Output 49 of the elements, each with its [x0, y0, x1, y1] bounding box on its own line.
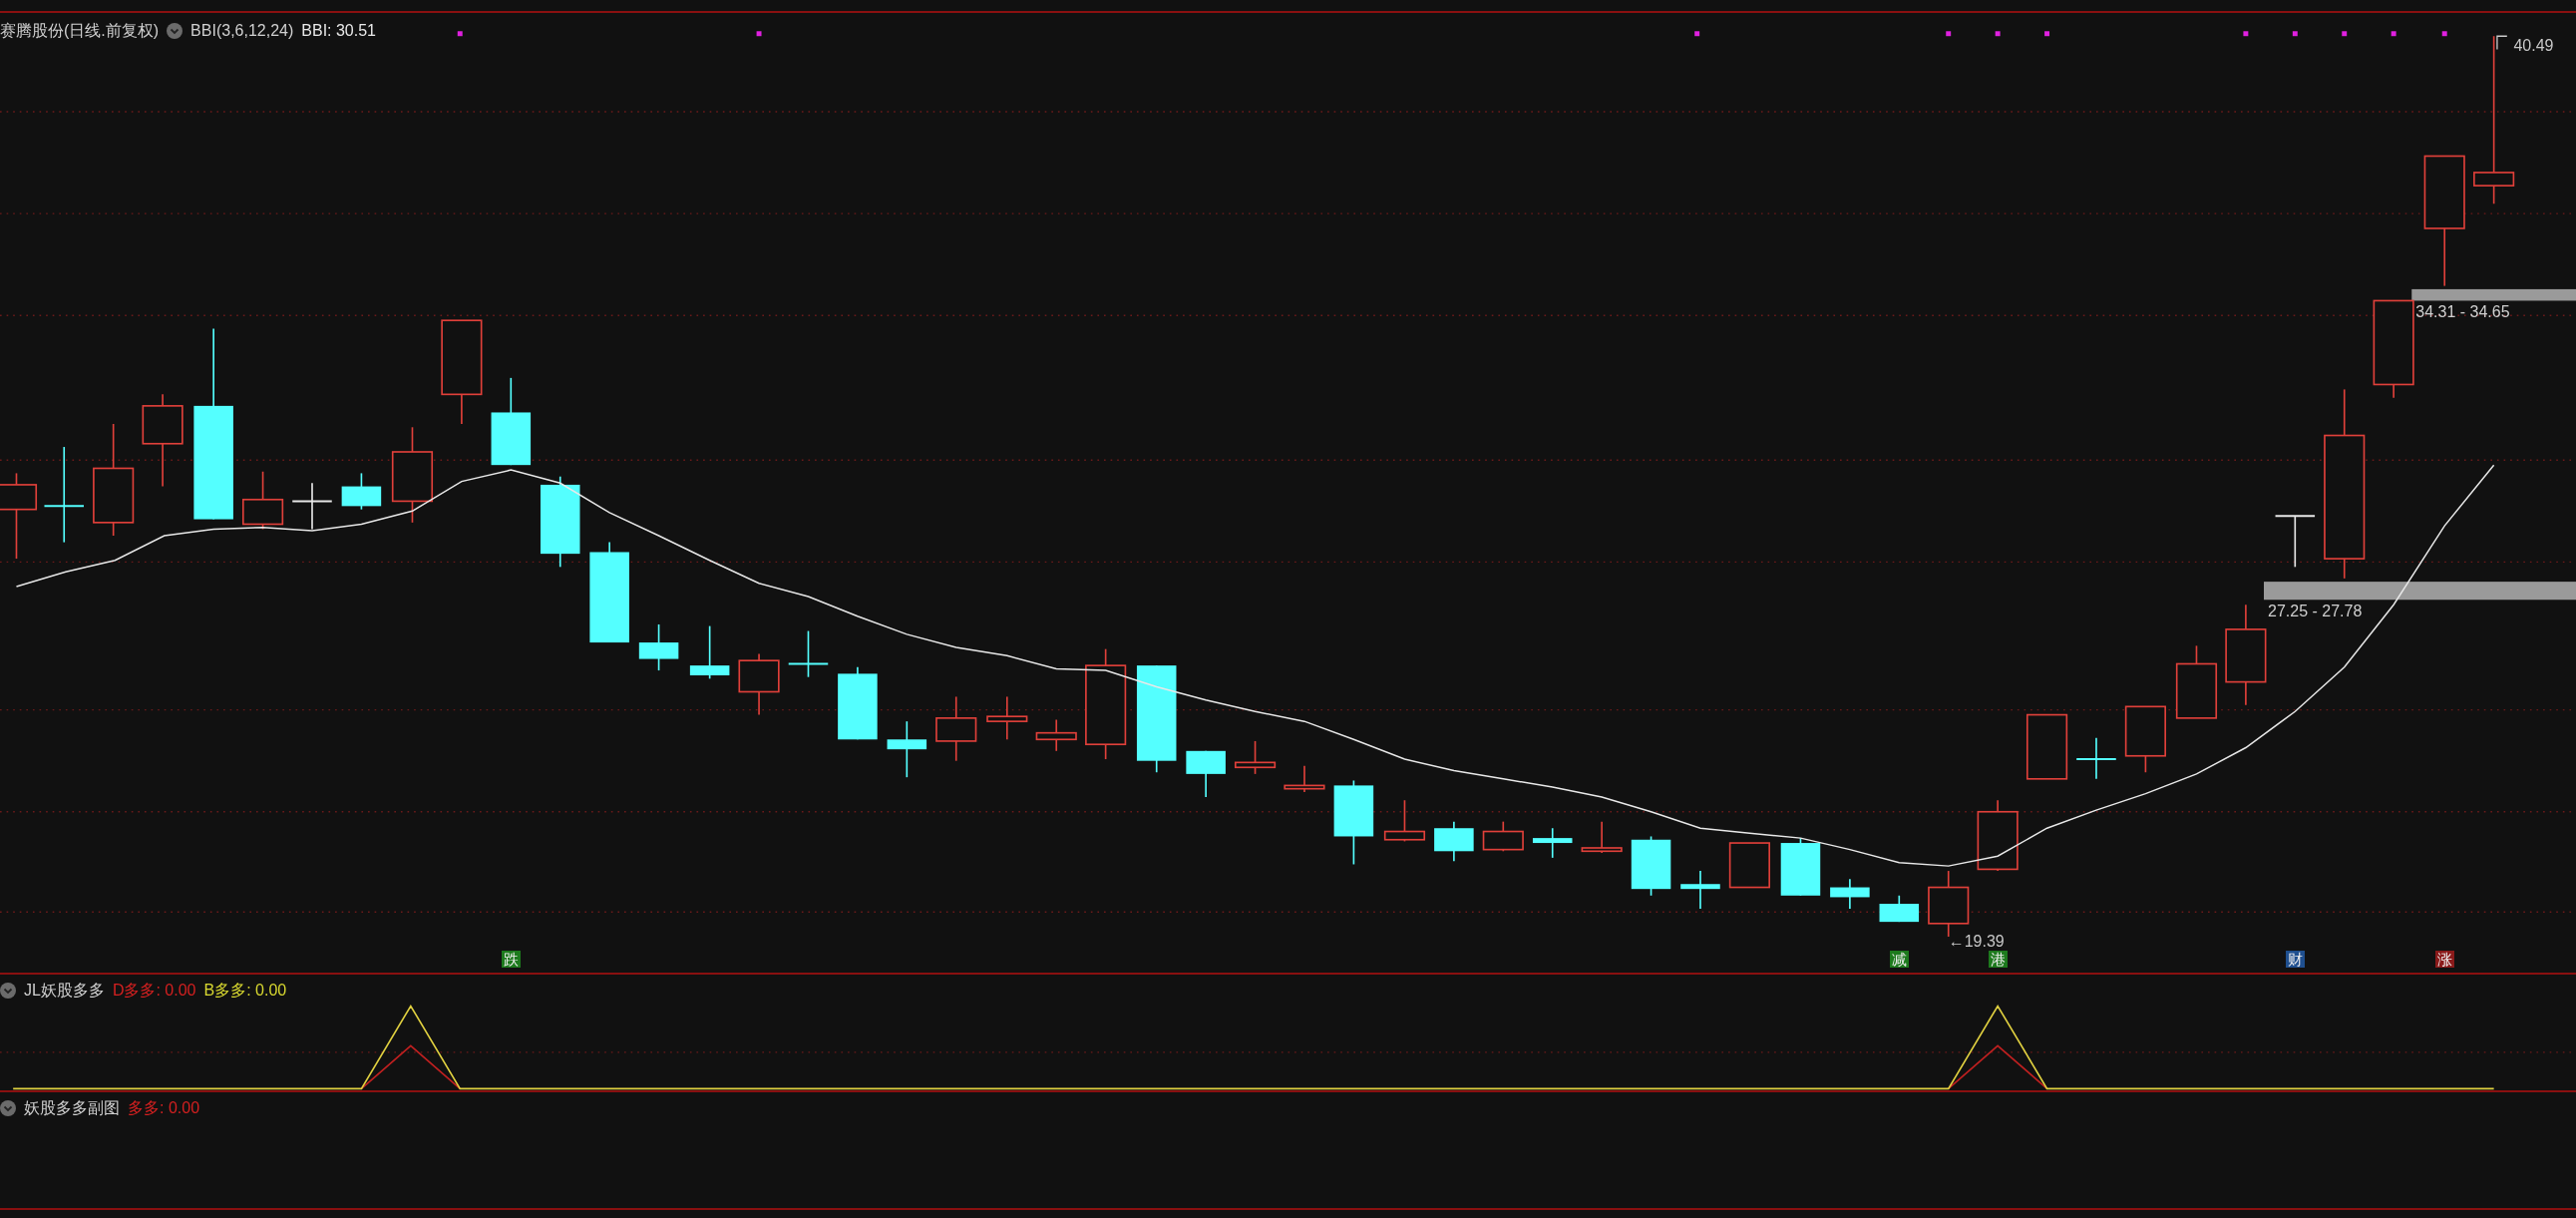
indicator-reading: B多多: 0.00: [203, 981, 287, 1001]
indicator-reading: 多多: 0.00: [128, 1098, 200, 1118]
candlestick: [1284, 764, 1325, 793]
candlestick: [2075, 736, 2117, 780]
candlestick: [341, 472, 382, 511]
candlestick: [1830, 878, 1870, 910]
indicator-reading: D多多: 0.00: [112, 981, 196, 1001]
price-label: ←19.39: [1948, 933, 2005, 950]
indicator-name: BBI(3,6,12,24): [190, 21, 294, 41]
candlestick: [1780, 837, 1821, 897]
candlestick: [638, 623, 679, 671]
signal-tag: 跌: [502, 951, 522, 968]
signal-tag: 财: [2286, 951, 2306, 968]
candlestick: [2025, 713, 2068, 780]
collapse-icon[interactable]: [167, 23, 184, 39]
signal-tag: 涨: [2435, 951, 2455, 968]
candlestick: [1532, 827, 1573, 859]
candlestick: [1482, 820, 1524, 853]
candlestick: [787, 629, 830, 678]
panel-title: 妖股多多副图: [24, 1098, 120, 1118]
candlestick: [689, 624, 730, 680]
panel-title: JL妖股多多: [24, 981, 105, 1001]
collapse-icon[interactable]: [0, 1100, 16, 1116]
candlestick: [1234, 740, 1277, 775]
candlestick: [1680, 870, 1720, 910]
candlestick: [738, 652, 780, 716]
candlestick: [2124, 705, 2166, 774]
stock-title: 赛腾股份(日线.前复权): [0, 21, 160, 41]
candlestick: [1035, 718, 1077, 752]
candlestick: [1383, 799, 1426, 843]
candlestick: [1581, 820, 1623, 854]
candlestick: [1186, 750, 1226, 798]
zone-range-label: 27.25 - 27.78: [2268, 604, 2363, 620]
candlestick: [1879, 894, 1920, 923]
signal-tag: 减: [1890, 951, 1910, 968]
candlestick: [1728, 842, 1770, 889]
candlestick: [2274, 515, 2317, 569]
candlestick: [1434, 820, 1474, 862]
zone-range-label: 34.31 - 34.65: [2415, 304, 2510, 321]
indicator-reading: BBI: 30.51: [301, 21, 376, 41]
collapse-icon[interactable]: [0, 983, 16, 999]
candlestick: [291, 482, 333, 531]
price-label: 40.49: [2513, 37, 2554, 54]
candlestick: [935, 695, 977, 762]
candlestick: [986, 695, 1028, 741]
candlestick: [887, 720, 927, 778]
pointer-line: [2496, 35, 2508, 51]
signal-tag: 港: [1989, 951, 2009, 968]
candlestick: [1631, 835, 1671, 897]
